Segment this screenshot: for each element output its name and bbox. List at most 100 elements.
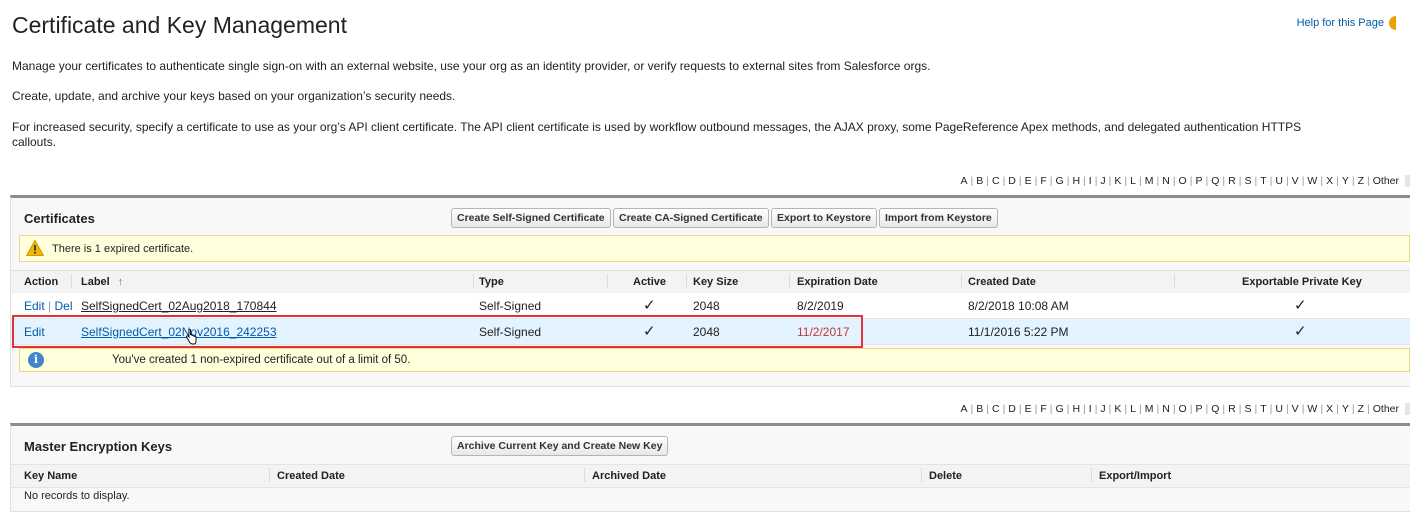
alphabet-letter-y[interactable]: Y [1339,175,1352,187]
alphabet-letter-w[interactable]: W [1304,403,1320,415]
alphabet-letter-n[interactable]: N [1159,403,1173,415]
alphabet-letter-l[interactable]: L [1127,175,1139,187]
annotation-highlight-box [12,315,863,348]
alphabet-letter-s[interactable]: S [1241,175,1254,187]
alphabet-letter-q[interactable]: Q [1208,175,1222,187]
alphabet-letter-k[interactable]: K [1111,403,1124,415]
alphabet-letter-w[interactable]: W [1304,175,1320,187]
create-self-signed-button[interactable]: Create Self-Signed Certificate [451,208,611,228]
help-icon[interactable] [1389,16,1396,30]
col-created[interactable]: Created Date [968,276,1036,288]
master-keys-section: Master Encryption Keys Archive Current K… [10,423,1410,512]
certificate-label-link[interactable]: SelfSignedCert_02Aug2018_170844 [81,299,277,313]
alphabet-letter-z[interactable]: Z [1355,175,1367,187]
archive-and-create-key-button[interactable]: Archive Current Key and Create New Key [451,436,669,456]
alphabet-letter-z[interactable]: Z [1355,403,1367,415]
delete-link[interactable]: Del [55,299,73,313]
alphabet-letter-h[interactable]: H [1069,403,1083,415]
col-expiration[interactable]: Expiration Date [797,276,878,288]
import-keystore-button[interactable]: Import from Keystore [879,208,998,228]
alphabet-letter-e[interactable]: E [1022,175,1035,187]
alphabet-letter-h[interactable]: H [1069,175,1083,187]
col-key-size[interactable]: Key Size [693,276,738,288]
alphabet-letter-other[interactable]: Other [1370,175,1402,187]
alphabet-letter-p[interactable]: P [1192,175,1205,187]
alphabet-letter-g[interactable]: G [1053,403,1067,415]
alphabet-letter-a[interactable]: A [957,175,970,187]
edit-link[interactable]: Edit [24,299,45,313]
alphabet-letter-o[interactable]: O [1176,403,1190,415]
col-export-import[interactable]: Export/Import [1099,470,1171,482]
page-title: Certificate and Key Management [12,12,347,38]
row-actions: Edit | Del [24,299,73,313]
alphabet-letter-m[interactable]: M [1142,403,1157,415]
certificates-section: Certificates Create Self-Signed Certific… [10,195,1410,387]
alphabet-letter-c[interactable]: C [989,403,1003,415]
exportable-check-icon: ✓ [1294,323,1307,340]
alphabet-letter-u[interactable]: U [1272,403,1286,415]
col-archived[interactable]: Archived Date [592,470,666,482]
alphabet-letter-x[interactable]: X [1323,403,1336,415]
certificate-limit-text: You've created 1 non-expired certificate… [112,354,411,366]
alphabet-letter-u[interactable]: U [1272,175,1286,187]
col-label-text[interactable]: Label [81,276,110,288]
alphabet-letter-m[interactable]: M [1142,175,1157,187]
alphabet-letter-v[interactable]: V [1289,175,1302,187]
alphabet-letter-b[interactable]: B [973,175,986,187]
export-keystore-button[interactable]: Export to Keystore [771,208,877,228]
help-link-label[interactable]: Help for this Page [1297,17,1384,29]
expired-warning: There is 1 expired certificate. [19,235,1410,262]
intro-paragraph-3-line1: For increased security, specify a certif… [12,120,1302,134]
alphabet-letter-q[interactable]: Q [1208,403,1222,415]
alphabet-letter-d[interactable]: D [1005,403,1019,415]
alphabet-filter-keys: A | B | C | D | E | F | G | H | I | J | K | L | M | N | O | P | Q | R | S | T |… [957,403,1410,416]
create-ca-signed-button[interactable]: Create CA-Signed Certificate [613,208,769,228]
col-type[interactable]: Type [479,276,504,288]
alphabet-letter-i[interactable]: I [1086,175,1095,187]
col-active[interactable]: Active [633,276,666,288]
alphabet-letter-b[interactable]: B [973,403,986,415]
alphabet-scroll-marker [1405,403,1410,416]
certificate-limit-info: i You've created 1 non-expired certifica… [19,348,1410,372]
alphabet-letter-a[interactable]: A [957,403,970,415]
alphabet-letter-p[interactable]: P [1192,403,1205,415]
alphabet-letter-j[interactable]: J [1097,403,1108,415]
created-date: 8/2/2018 10:08 AM [968,299,1069,313]
alphabet-letter-j[interactable]: J [1097,175,1108,187]
alphabet-letter-n[interactable]: N [1159,175,1173,187]
alphabet-letter-x[interactable]: X [1323,175,1336,187]
intro-paragraph-2: Create, update, and archive your keys ba… [12,89,456,103]
key-size: 2048 [693,299,720,313]
alphabet-letter-o[interactable]: O [1176,175,1190,187]
alphabet-letter-s[interactable]: S [1241,403,1254,415]
master-keys-title: Master Encryption Keys [24,439,173,454]
alphabet-letter-k[interactable]: K [1111,175,1124,187]
alphabet-letter-f[interactable]: F [1037,403,1049,415]
col-key-created[interactable]: Created Date [277,470,345,482]
expiration-date: 8/2/2019 [797,299,844,313]
action-separator: | [48,299,52,313]
alphabet-letter-t[interactable]: T [1257,175,1269,187]
col-label[interactable]: Label ↑ [81,276,123,288]
alphabet-letter-e[interactable]: E [1022,403,1035,415]
col-exportable[interactable]: Exportable Private Key [1242,276,1362,288]
col-key-name[interactable]: Key Name [24,470,77,482]
alphabet-letter-other[interactable]: Other [1370,403,1402,415]
intro-paragraph-1: Manage your certificates to authenticate… [12,59,931,73]
help-link[interactable]: Help for this Page [1297,16,1396,30]
certificate-type: Self-Signed [479,299,542,313]
active-check-icon: ✓ [643,297,656,314]
alphabet-letter-c[interactable]: C [989,175,1003,187]
intro-paragraph-3-line2: callouts. [12,135,57,149]
col-delete[interactable]: Delete [929,470,962,482]
alphabet-letter-i[interactable]: I [1086,403,1095,415]
alphabet-letter-f[interactable]: F [1037,175,1049,187]
alphabet-letter-r[interactable]: R [1225,175,1239,187]
alphabet-letter-d[interactable]: D [1005,175,1019,187]
alphabet-letter-r[interactable]: R [1225,403,1239,415]
alphabet-letter-l[interactable]: L [1127,403,1139,415]
alphabet-letter-y[interactable]: Y [1339,403,1352,415]
alphabet-letter-t[interactable]: T [1257,403,1269,415]
alphabet-letter-v[interactable]: V [1289,403,1302,415]
alphabet-letter-g[interactable]: G [1053,175,1067,187]
